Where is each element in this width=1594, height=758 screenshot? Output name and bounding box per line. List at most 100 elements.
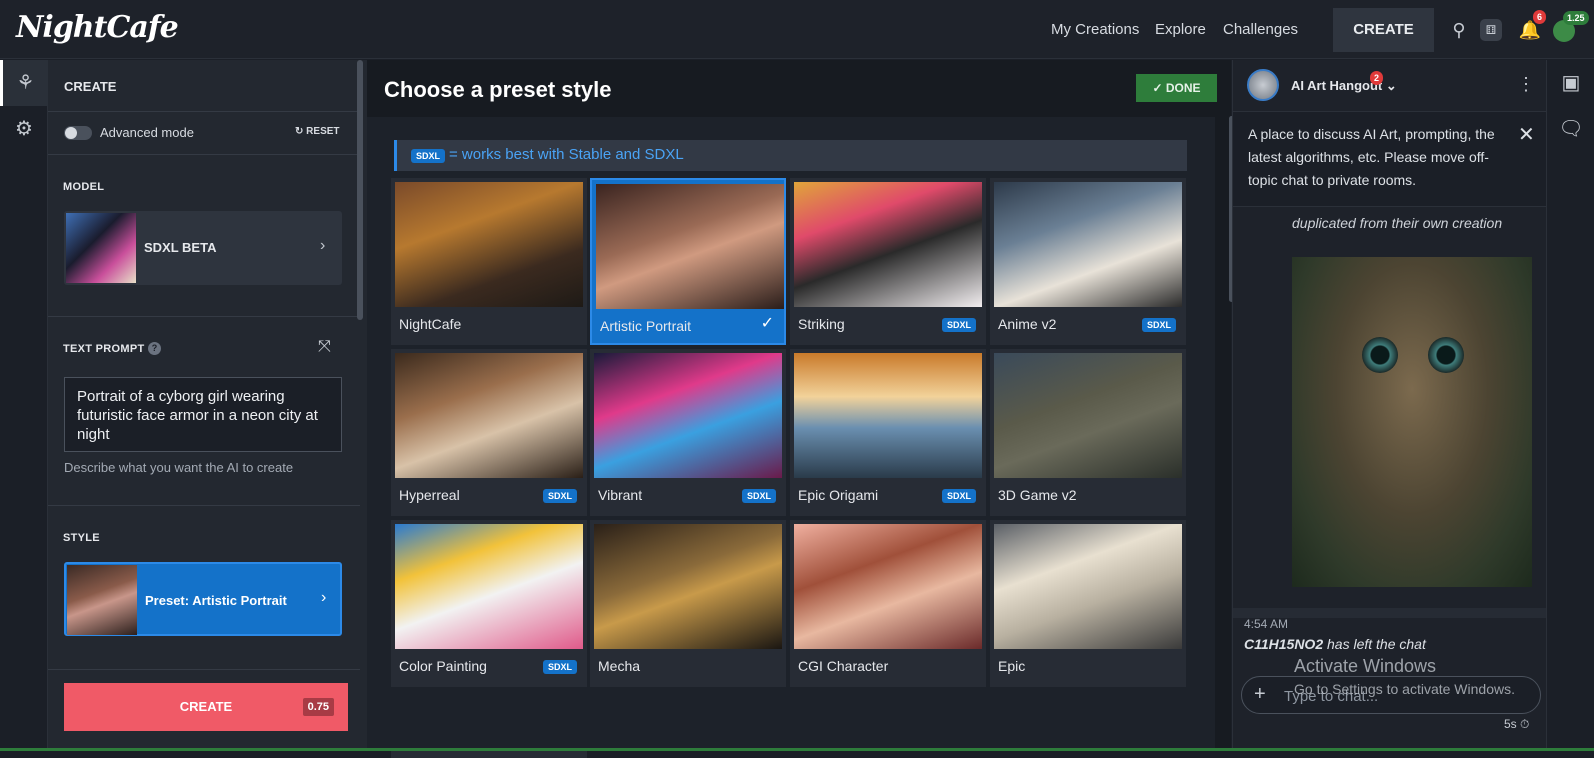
message-user[interactable]: C11H15NO2 xyxy=(1244,636,1323,652)
sdxl-info-banner: SDXL = works best with Stable and SDXL xyxy=(394,140,1187,171)
room-avatar[interactable] xyxy=(1247,69,1279,101)
style-card[interactable]: NightCafe xyxy=(391,178,587,345)
style-card[interactable]: Color Painting SDXL xyxy=(391,520,587,687)
style-label: STYLE xyxy=(63,532,100,544)
model-selector[interactable]: SDXL BETA › xyxy=(64,211,342,285)
room-info-banner: A place to discuss AI Art, prompting, th… xyxy=(1233,111,1547,207)
room-name-label: AI Art Hangout xyxy=(1291,78,1383,93)
sdxl-tag: SDXL xyxy=(741,489,776,503)
nav-explore[interactable]: Explore xyxy=(1155,21,1206,38)
close-icon[interactable]: ✕ xyxy=(1518,122,1535,147)
style-card[interactable]: Mecha xyxy=(590,520,786,687)
credits-badge: 1.25 xyxy=(1563,11,1589,25)
divider xyxy=(48,505,360,506)
style-card[interactable]: Artistic Portrait ✓ xyxy=(590,178,786,345)
style-name: Preset: Artistic Portrait xyxy=(145,593,287,608)
model-thumbnail xyxy=(66,213,136,283)
style-name: Hyperreal xyxy=(399,487,460,503)
preset-style-picker: Choose a preset style ✓ DONE SDXL = work… xyxy=(367,60,1231,758)
gallery-icon[interactable]: ▣ xyxy=(1547,60,1594,106)
search-icon[interactable]: ⚲ xyxy=(1446,17,1472,43)
credit-cost-badge: 0.75 xyxy=(302,698,334,716)
plus-icon[interactable]: + xyxy=(1254,683,1266,706)
shuffle-icon[interactable]: ⤧ xyxy=(318,338,331,356)
notification-badge: 6 xyxy=(1533,10,1547,24)
style-preview-image xyxy=(596,184,784,309)
message-text: duplicated from their own creation xyxy=(1292,215,1503,231)
chevron-down-icon: ⌄ xyxy=(1385,78,1397,93)
style-name: 3D Game v2 xyxy=(998,487,1077,503)
chevron-right-icon: › xyxy=(321,589,327,606)
model-label: MODEL xyxy=(63,181,105,193)
nightcafe-logo[interactable]: NightCafe xyxy=(16,10,179,45)
style-name: CGI Character xyxy=(798,658,889,674)
style-card[interactable]: Hyperreal SDXL xyxy=(391,349,587,516)
style-card[interactable]: Striking SDXL xyxy=(790,178,986,345)
prompt-help-text: Describe what you want the AI to create xyxy=(64,460,294,475)
panel-scrollbar[interactable] xyxy=(357,60,363,320)
nav-create-button[interactable]: CREATE xyxy=(1333,8,1434,52)
chat-image[interactable] xyxy=(1292,257,1532,587)
style-preview-image xyxy=(395,524,583,649)
reset-icon: ↻ xyxy=(295,126,307,137)
style-thumbnail xyxy=(67,565,137,635)
style-card[interactable]: Vibrant SDXL xyxy=(590,349,786,516)
sdxl-tag: SDXL xyxy=(411,149,446,163)
sdxl-tag: SDXL xyxy=(941,318,976,332)
style-card[interactable]: Epic xyxy=(990,520,1186,687)
reset-button[interactable]: ↻ RESET xyxy=(295,126,340,137)
style-name: Epic xyxy=(998,658,1026,674)
style-preview-image xyxy=(994,182,1182,307)
style-preview-image xyxy=(594,353,782,478)
timer-icon: ⏱ xyxy=(1520,717,1530,731)
chat-bubble-icon[interactable]: 🗨 xyxy=(1547,106,1594,152)
style-card[interactable]: Anime v2 SDXL xyxy=(990,178,1186,345)
gear-icon[interactable]: ⚙ xyxy=(0,106,48,152)
style-name: Epic Origami xyxy=(798,487,879,503)
sdxl-tag: SDXL xyxy=(941,489,976,503)
brain-icon[interactable]: ⚘ xyxy=(0,60,48,106)
text-prompt-label: TEXT PROMPT xyxy=(63,343,145,355)
creature-eye xyxy=(1428,337,1464,373)
style-card[interactable]: 3D Game v2 xyxy=(990,349,1186,516)
style-card[interactable]: Epic Origami SDXL xyxy=(790,349,986,516)
help-icon[interactable]: ? xyxy=(148,342,161,355)
check-icon: ✓ xyxy=(760,315,774,332)
style-name: Artistic Portrait xyxy=(600,318,692,334)
right-rail: ▣ 🗨 xyxy=(1546,60,1594,751)
system-message: C11H15NO2 has left the chat xyxy=(1244,636,1426,652)
nav-my-creations[interactable]: My Creations xyxy=(1051,21,1139,38)
style-preview-image xyxy=(994,524,1182,649)
slow-mode-indicator: 5s ⏱ xyxy=(1504,717,1529,732)
style-name: NightCafe xyxy=(399,316,462,332)
style-preview-image xyxy=(395,353,583,478)
text-prompt-input[interactable]: Portrait of a cyborg girl wearing futuri… xyxy=(64,377,342,452)
creature-eye xyxy=(1362,337,1398,373)
advanced-mode-toggle[interactable] xyxy=(64,126,92,140)
style-card[interactable]: CGI Character xyxy=(790,520,986,687)
style-preview-image xyxy=(594,524,782,649)
more-options-icon[interactable]: ⋮ xyxy=(1517,74,1535,95)
top-bar: NightCafe My Creations Explore Challenge… xyxy=(0,0,1594,59)
chevron-right-icon: › xyxy=(320,237,326,254)
room-info-text: A place to discuss AI Art, prompting, th… xyxy=(1248,126,1495,188)
style-name: Vibrant xyxy=(598,487,643,503)
create-panel: CREATE Advanced mode ↻ RESET MODEL SDXL … xyxy=(48,60,367,751)
windows-watermark-title: Activate Windows xyxy=(1294,656,1437,676)
nav-challenges[interactable]: Challenges xyxy=(1223,21,1298,38)
divider xyxy=(48,669,360,670)
side-nav: ⚘ ⚙ xyxy=(0,60,48,751)
dice-icon[interactable]: ⚅ xyxy=(1480,19,1502,41)
style-preview-image xyxy=(794,353,982,478)
page-title: Choose a preset style xyxy=(384,77,612,102)
create-button-label: CREATE xyxy=(179,699,233,714)
banner-text: = works best with Stable and SDXL xyxy=(449,146,684,163)
slow-mode-label: 5s xyxy=(1504,717,1517,731)
done-button[interactable]: ✓ DONE xyxy=(1136,74,1217,102)
create-button[interactable]: CREATE 0.75 xyxy=(64,683,348,731)
style-selector[interactable]: Preset: Artistic Portrait › xyxy=(64,562,342,636)
divider xyxy=(48,111,360,112)
style-name: Mecha xyxy=(598,658,641,674)
style-preview-image xyxy=(395,182,583,307)
room-badge: 2 xyxy=(1370,71,1384,85)
